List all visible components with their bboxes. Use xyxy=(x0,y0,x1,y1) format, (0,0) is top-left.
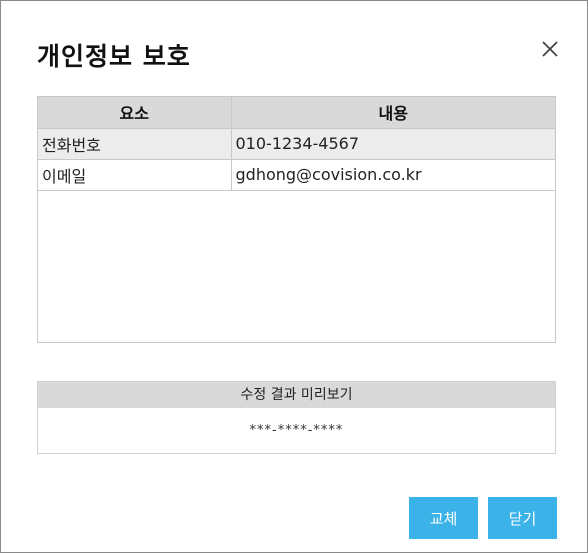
close-button[interactable]: 닫기 xyxy=(488,497,557,539)
privacy-dialog: 개인정보 보호 요소 내용 전화번호 010-1234-4567 이메일 gdh… xyxy=(0,0,588,553)
preview-value: ***-****-**** xyxy=(249,423,344,438)
row-content-cell[interactable]: gdhong@covision.co.kr xyxy=(231,159,555,191)
replace-button[interactable]: 교체 xyxy=(409,497,478,539)
row-element-cell[interactable]: 이메일 xyxy=(38,159,232,191)
preview-label: 수정 결과 미리보기 xyxy=(38,382,555,408)
column-header-element[interactable]: 요소 xyxy=(38,97,232,129)
column-header-content[interactable]: 내용 xyxy=(231,97,555,129)
row-content-cell[interactable]: 010-1234-4567 xyxy=(231,128,555,160)
dialog-title: 개인정보 보호 xyxy=(37,42,191,71)
privacy-table: 요소 내용 전화번호 010-1234-4567 이메일 gdhong@covi… xyxy=(37,96,556,343)
row-element-cell[interactable]: 전화번호 xyxy=(38,128,232,160)
table-row[interactable]: 이메일 gdhong@covision.co.kr xyxy=(38,159,555,191)
table-row[interactable]: 전화번호 010-1234-4567 xyxy=(38,128,555,160)
preview-panel: 수정 결과 미리보기 ***-****-**** xyxy=(37,381,556,454)
table-header-row: 요소 내용 xyxy=(38,97,555,129)
close-icon[interactable] xyxy=(539,38,561,60)
